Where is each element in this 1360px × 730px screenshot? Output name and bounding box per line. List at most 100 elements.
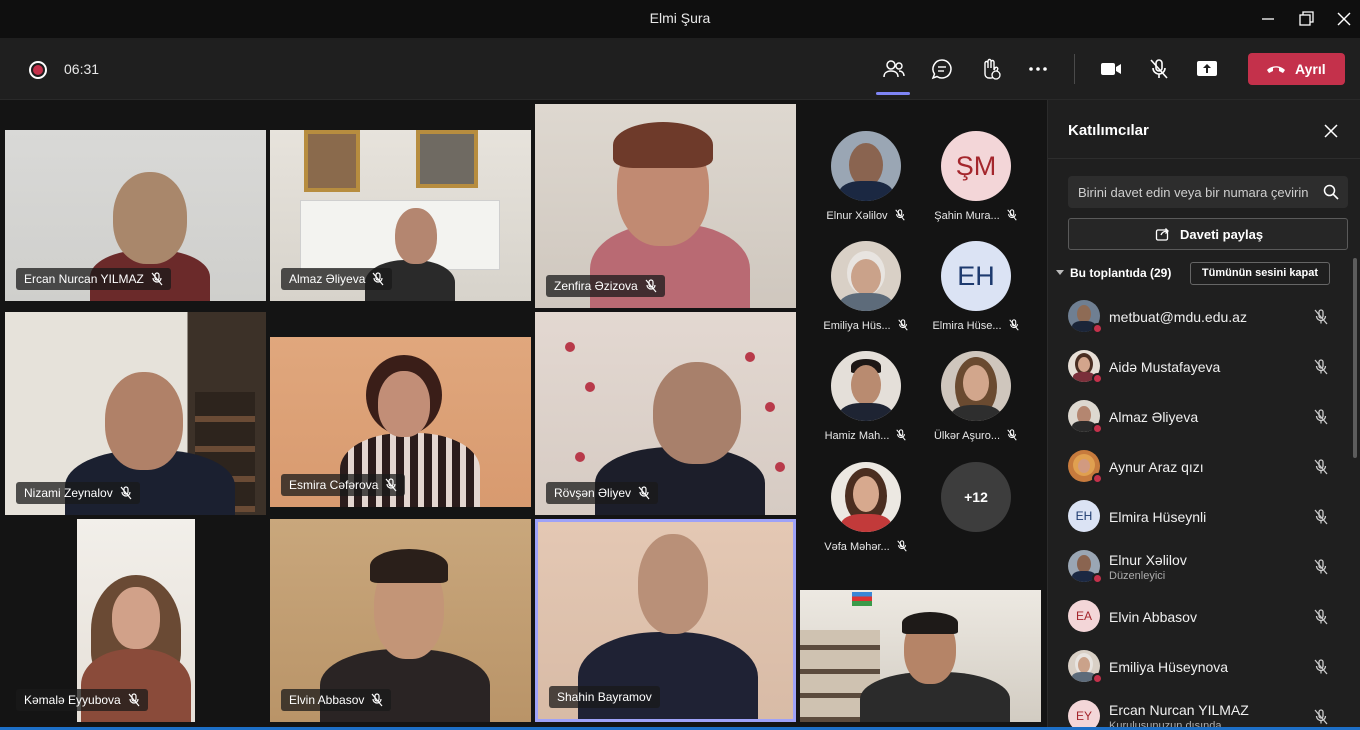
participant-avatar-initials[interactable]: ŞM bbox=[941, 131, 1011, 201]
video-tile[interactable]: Zenfira Əzizova bbox=[535, 104, 796, 308]
mic-off-icon bbox=[371, 693, 383, 707]
person-silhouette bbox=[81, 649, 191, 722]
raise-hand-button[interactable] bbox=[977, 56, 1003, 82]
panel-scrollbar[interactable] bbox=[1353, 258, 1357, 458]
participant-avatar-label: Emiliya Hüs... bbox=[811, 319, 921, 332]
participant-name: Elvin Abbasov bbox=[1109, 609, 1197, 625]
mic-off-icon bbox=[1007, 429, 1017, 441]
maximize-button[interactable] bbox=[1295, 8, 1317, 30]
participant-avatar-label: Elmira Hüse... bbox=[921, 319, 1031, 332]
participant-row[interactable]: metbuat@mdu.edu.az bbox=[1048, 294, 1348, 340]
participant-avatar-label: Hamiz Mah... bbox=[811, 429, 921, 442]
participant-avatar-label: Vəfa Məhər... bbox=[811, 540, 921, 553]
chat-button[interactable] bbox=[929, 56, 955, 82]
mic-off-icon bbox=[645, 279, 657, 293]
video-tile[interactable]: Ercan Nurcan YILMAZ bbox=[5, 130, 266, 301]
leave-button[interactable]: Ayrıl bbox=[1248, 53, 1345, 85]
toolbar-divider bbox=[1074, 54, 1075, 84]
mic-off-icon bbox=[385, 478, 397, 492]
participant-row[interactable]: Aynur Araz qızı bbox=[1048, 444, 1348, 490]
participant-row[interactable]: Almaz Əliyeva bbox=[1048, 394, 1348, 440]
hangup-icon bbox=[1267, 66, 1285, 73]
camera-icon bbox=[1101, 63, 1121, 75]
video-tile-active-speaker[interactable]: Shahin Bayramov bbox=[535, 519, 796, 722]
participant-row[interactable]: Aidə Mustafayeva bbox=[1048, 344, 1348, 390]
participant-avatar[interactable] bbox=[831, 241, 901, 311]
mic-button[interactable] bbox=[1146, 56, 1172, 82]
participant-name: Shahin Bayramov bbox=[557, 690, 652, 704]
participants-panel: Katılımcılar Daveti paylaş Bu toplantıda… bbox=[1047, 100, 1360, 730]
participant-avatar[interactable] bbox=[941, 351, 1011, 421]
mic-off-icon bbox=[1314, 659, 1328, 675]
participant-name: Aynur Araz qızı bbox=[1109, 459, 1204, 475]
window-title-bar: Elmi Şura bbox=[0, 0, 1360, 38]
participant-row[interactable]: EY Ercan Nurcan YILMAZ Kuruluşunuzun dış… bbox=[1048, 694, 1348, 730]
participant-name: Rövşən Əliyev bbox=[554, 486, 632, 500]
meeting-toolbar: 06:31 bbox=[0, 38, 1360, 100]
participant-name-tag: Nizami Zeynalov bbox=[16, 482, 140, 504]
share-screen-button[interactable] bbox=[1194, 56, 1220, 82]
participant-avatar-initials[interactable]: EH bbox=[941, 241, 1011, 311]
person-silhouette bbox=[320, 649, 490, 722]
person-hair bbox=[902, 612, 958, 634]
participant-avatar-initials: EY bbox=[1068, 700, 1100, 730]
video-tile[interactable]: Rövşən Əliyev bbox=[535, 312, 796, 515]
panel-divider bbox=[1048, 158, 1360, 159]
participant-avatar-label: Şahin Mura... bbox=[921, 209, 1031, 222]
person-head bbox=[113, 172, 187, 264]
search-icon bbox=[1323, 184, 1339, 200]
participant-name: Esmira Cəfərova bbox=[289, 478, 379, 492]
participant-avatar-label: Ülkər Aşuro... bbox=[921, 429, 1031, 442]
status-dot bbox=[1092, 573, 1103, 584]
mic-off-icon bbox=[1314, 609, 1328, 625]
wall-portrait bbox=[304, 130, 360, 192]
close-window-button[interactable] bbox=[1333, 8, 1355, 30]
minimize-button[interactable] bbox=[1257, 8, 1279, 30]
status-dot bbox=[1092, 473, 1103, 484]
video-tile[interactable]: Esmira Cəfərova bbox=[270, 337, 531, 507]
panel-title: Katılımcılar bbox=[1068, 122, 1149, 139]
person-head bbox=[653, 362, 741, 464]
self-video-preview[interactable] bbox=[800, 590, 1041, 722]
status-dot bbox=[1092, 323, 1103, 334]
mic-off-icon bbox=[1007, 209, 1017, 221]
camera-button[interactable] bbox=[1098, 56, 1124, 82]
participant-row[interactable]: EA Elvin Abbasov bbox=[1048, 594, 1348, 640]
video-tile[interactable]: Elvin Abbasov bbox=[270, 519, 531, 722]
chat-icon bbox=[931, 59, 952, 80]
participant-name-tag: Zenfira Əzizova bbox=[546, 275, 665, 297]
participant-row[interactable]: EH Elmira Hüseynli bbox=[1048, 494, 1348, 540]
participants-icon bbox=[883, 60, 905, 78]
person-head bbox=[395, 208, 437, 264]
participant-name-tag: Ercan Nurcan YILMAZ bbox=[16, 268, 171, 290]
participant-avatar-initials: EA bbox=[1068, 600, 1100, 632]
status-dot bbox=[1092, 423, 1103, 434]
participant-avatar[interactable] bbox=[831, 351, 901, 421]
participant-avatar[interactable] bbox=[831, 462, 901, 532]
participant-row[interactable]: Emiliya Hüseynova bbox=[1048, 644, 1348, 690]
participant-name: Emiliya Hüseynova bbox=[1109, 659, 1229, 675]
share-invite-label: Daveti paylaş bbox=[1180, 227, 1264, 242]
share-invite-button[interactable]: Daveti paylaş bbox=[1068, 218, 1348, 250]
participant-name: Elmira Hüseynli bbox=[1109, 509, 1207, 525]
video-tile[interactable]: Nizami Zeynalov bbox=[5, 312, 266, 515]
mic-off-icon bbox=[897, 540, 907, 552]
participant-name: Almaz Əliyeva bbox=[1109, 409, 1199, 425]
group-label: Bu toplantıda (29) bbox=[1070, 266, 1172, 280]
close-panel-button[interactable] bbox=[1322, 122, 1340, 140]
mute-all-button[interactable]: Tümünün sesini kapat bbox=[1190, 262, 1330, 285]
in-meeting-group-header[interactable]: Bu toplantıda (29) bbox=[1056, 266, 1171, 280]
more-options-button[interactable] bbox=[1025, 56, 1051, 82]
more-participants-button[interactable]: +12 bbox=[941, 462, 1011, 532]
participant-row[interactable]: Elnur Xəlilov Düzenleyici bbox=[1048, 544, 1348, 590]
mic-off-icon bbox=[1314, 309, 1328, 325]
invite-search-input[interactable] bbox=[1078, 176, 1318, 208]
video-tile[interactable]: Almaz Əliyeva bbox=[270, 130, 531, 301]
raise-hand-icon bbox=[984, 58, 1001, 80]
mic-off-icon bbox=[151, 272, 163, 286]
video-tile[interactable]: Kəmalə Eyyubova bbox=[5, 519, 266, 722]
mic-off-icon bbox=[1314, 359, 1328, 375]
participant-name: Nizami Zeynalov bbox=[24, 486, 113, 500]
participants-button[interactable] bbox=[876, 56, 910, 95]
participant-avatar[interactable] bbox=[831, 131, 901, 201]
